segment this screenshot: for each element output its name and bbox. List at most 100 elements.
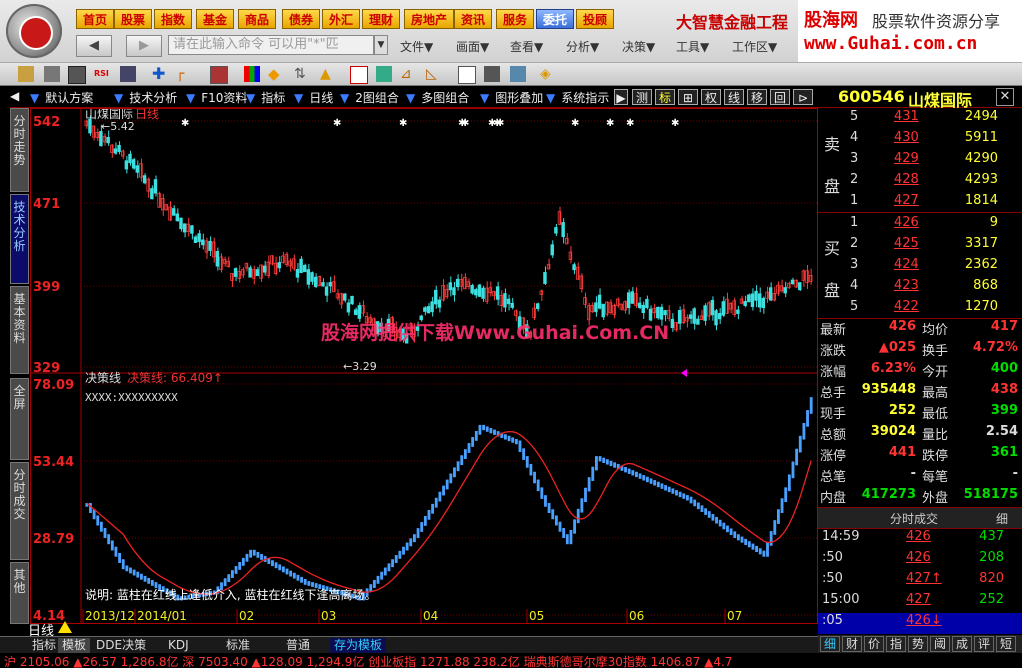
ad-banner[interactable]: 股海网 股票软件资源分享 www.Guhai.com.cn [798, 0, 1022, 62]
quote-tab-4[interactable]: 势 [908, 636, 928, 652]
grid-icon[interactable] [44, 66, 60, 82]
menu-item-4[interactable]: 决策▼ [622, 38, 655, 55]
menu-item-6[interactable]: 工作区▼ [732, 38, 777, 55]
close-icon[interactable]: ✕ [996, 88, 1014, 106]
nav-button-4[interactable]: 商品 [238, 9, 277, 29]
bottom-tab-1[interactable]: 模板 [58, 638, 91, 653]
nav-button-2[interactable]: 指数 [154, 9, 193, 29]
sell-row[interactable]: 4 430 5911 [818, 130, 1022, 151]
mark-icon[interactable] [350, 66, 368, 84]
help-icon[interactable]: ◈ [540, 66, 556, 82]
buy-row[interactable]: 5 422 1270 [818, 299, 1022, 320]
nav-button-1[interactable]: 股票 [114, 9, 153, 29]
quote-tab-8[interactable]: 短 [996, 636, 1016, 652]
angle-icon[interactable]: ⊿ [400, 66, 416, 82]
chart-tool-5[interactable]: 移 [747, 89, 767, 105]
quote-tab-6[interactable]: 成 [952, 636, 972, 652]
nav-button-5[interactable]: 债券 [282, 9, 321, 29]
chart-area[interactable]: 542 471 399 329 78.09 53.44 28.79 4.14 ✱ ✱ ✱ ✱ ✱ ✱ ✱ ✱ ✱… [30, 108, 818, 624]
side-tab-5[interactable]: 其他 [10, 562, 29, 624]
buy-row[interactable]: 1 426 9 [818, 215, 1022, 236]
quote-tab-7[interactable]: 评 [974, 636, 994, 652]
open-icon[interactable] [18, 66, 34, 82]
warning-icon[interactable]: ◆ [268, 66, 284, 82]
chart-icon[interactable] [510, 66, 526, 82]
image-icon[interactable] [376, 66, 392, 82]
sell-row[interactable]: 1 427 1814 [818, 193, 1022, 214]
record-icon[interactable] [210, 66, 228, 84]
bottom-tab-6[interactable]: 存为模板 [330, 638, 387, 653]
nav-button-8[interactable]: 房地产 [404, 9, 455, 29]
bottom-tab-2[interactable]: DDE决策 [92, 638, 150, 653]
nav-button-3[interactable]: 基金 [196, 9, 235, 29]
chart-tool-1[interactable]: 标 [655, 89, 675, 105]
period-triangle-icon[interactable] [58, 621, 72, 633]
sell-row[interactable]: 3 429 4290 [818, 151, 1022, 172]
side-tab-2[interactable]: 基本资料 [10, 286, 29, 374]
chart-toolbar-item-2[interactable]: ▼ F10资料 [186, 89, 247, 106]
kline-icon[interactable] [68, 66, 86, 84]
sort-icon[interactable]: ⇅ [294, 66, 310, 82]
quote-tab-5[interactable]: 阈 [930, 636, 950, 652]
bell-icon[interactable]: ▲ [320, 66, 336, 82]
nav-button-10[interactable]: 服务 [496, 9, 535, 29]
chart-toolbar-item-1[interactable]: ▼ 技术分析 [114, 89, 177, 106]
forward-button[interactable]: ▶ [126, 35, 162, 57]
side-tab-4[interactable]: 分时成交 [10, 462, 29, 560]
chart-toolbar-item-3[interactable]: ▼ 指标 [246, 89, 285, 106]
chart-tool-4[interactable]: 线 [724, 89, 744, 105]
chart-tool-3[interactable]: 权 [701, 89, 721, 105]
quote-tab-2[interactable]: 价 [864, 636, 884, 652]
doc-icon[interactable] [458, 66, 476, 84]
panel-icon[interactable] [120, 66, 136, 82]
play-icon[interactable]: ▶ [614, 89, 628, 105]
sell-row[interactable]: 5 431 2494 [818, 109, 1022, 130]
bottom-tab-5[interactable]: 普通 [282, 638, 314, 653]
menu-item-0[interactable]: 文件▼ [400, 38, 433, 55]
menu-item-1[interactable]: 画面▼ [456, 38, 489, 55]
chart-tool-7[interactable]: ⊳ [793, 89, 813, 105]
left-arrow-icon[interactable]: ◀ [10, 89, 19, 103]
chart-tool-6[interactable]: 回 [770, 89, 790, 105]
bottom-tab-3[interactable]: KDJ [164, 638, 193, 653]
color-icon[interactable] [244, 66, 260, 82]
buy-row[interactable]: 2 425 3317 [818, 236, 1022, 257]
calc-icon[interactable] [484, 66, 500, 82]
chart-tool-0[interactable]: 测 [632, 89, 652, 105]
chart-toolbar-item-0[interactable]: ▼ 默认方案 [30, 89, 93, 106]
chart-canvas[interactable]: 54247139932978.0953.4428.794.14✱ ✱ ✱ ✱✱ ✱✱✱ ✱… [31, 109, 817, 623]
nav-button-7[interactable]: 理财 [362, 9, 401, 29]
quote-tab-3[interactable]: 指 [886, 636, 906, 652]
chart-toolbar-item-8[interactable]: ▼ 系统指示 [546, 89, 609, 106]
chart-toolbar-item-4[interactable]: ▼ 日线 [294, 89, 333, 106]
chart-toolbar-item-5[interactable]: ▼ 2图组合 [340, 89, 399, 106]
nav-button-12[interactable]: 投顾 [576, 9, 615, 29]
rsi-icon[interactable]: RSI [94, 66, 110, 82]
chart-toolbar-item-7[interactable]: ▼ 图形叠加 [480, 89, 543, 106]
side-tab-0[interactable]: 分时走势 [10, 108, 29, 192]
side-tab-1[interactable]: 技术分析 [10, 194, 29, 284]
nav-button-11[interactable]: 委托 [536, 9, 575, 29]
cross-icon[interactable]: ✚ [152, 66, 168, 82]
sell-row[interactable]: 2 428 4293 [818, 172, 1022, 193]
chart-tool-2[interactable]: ⊞ [678, 89, 698, 105]
bottom-tab-0[interactable]: 指标 [28, 638, 60, 653]
nav-button-6[interactable]: 外汇 [322, 9, 361, 29]
chart-toolbar-item-6[interactable]: ▼ 多图组合 [406, 89, 469, 106]
menu-item-5[interactable]: 工具▼ [676, 38, 709, 55]
bottom-tab-4[interactable]: 标准 [222, 638, 254, 653]
buy-row[interactable]: 4 423 868 [818, 278, 1022, 299]
menu-item-2[interactable]: 查看▼ [510, 38, 543, 55]
quote-tab-1[interactable]: 财 [842, 636, 862, 652]
back-button[interactable]: ◀ [76, 35, 112, 57]
buy-row[interactable]: 3 424 2362 [818, 257, 1022, 278]
command-input[interactable]: 请在此输入命令 可以用"*"匹 [168, 35, 374, 55]
quote-tab-0[interactable]: 细 [820, 636, 840, 652]
angle2-icon[interactable]: ◺ [426, 66, 442, 82]
side-tab-3[interactable]: 全屏 [10, 378, 29, 460]
cursor-icon[interactable]: ┌ [176, 66, 192, 82]
menu-item-3[interactable]: 分析▼ [566, 38, 599, 55]
x-axis-period-label[interactable]: 日线 [28, 620, 54, 639]
nav-button-0[interactable]: 首页 [76, 9, 115, 29]
command-dropdown-icon[interactable]: ▼ [374, 35, 388, 55]
